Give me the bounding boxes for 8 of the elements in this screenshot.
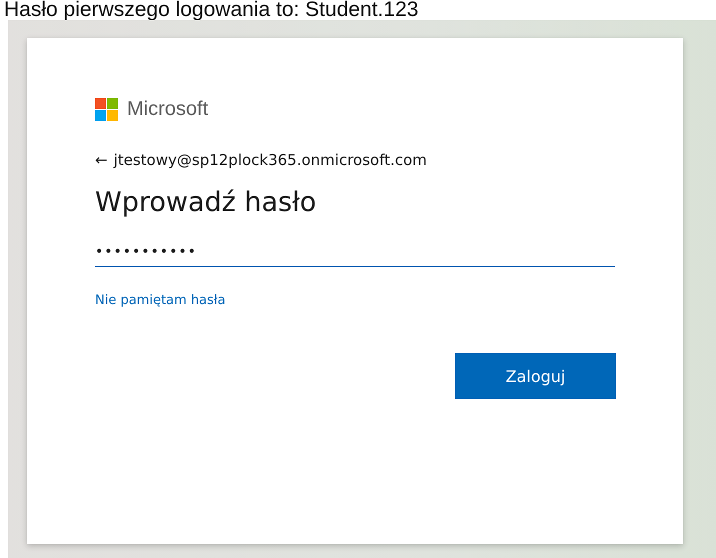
caption-text: Hasło pierwszego logowania to: Student.123 [3,0,420,20]
forgot-password-link[interactable]: Nie pamiętam hasła [95,293,226,308]
brand-name: Microsoft [127,98,208,121]
back-button[interactable]: ← [95,151,108,169]
sign-in-button[interactable]: Zaloguj [455,353,616,399]
logo-icon [95,98,118,121]
page-title: Wprowadź hasło [95,187,318,218]
account-email: jtestowy@sp12plock365.onmicrosoft.com [114,151,427,169]
